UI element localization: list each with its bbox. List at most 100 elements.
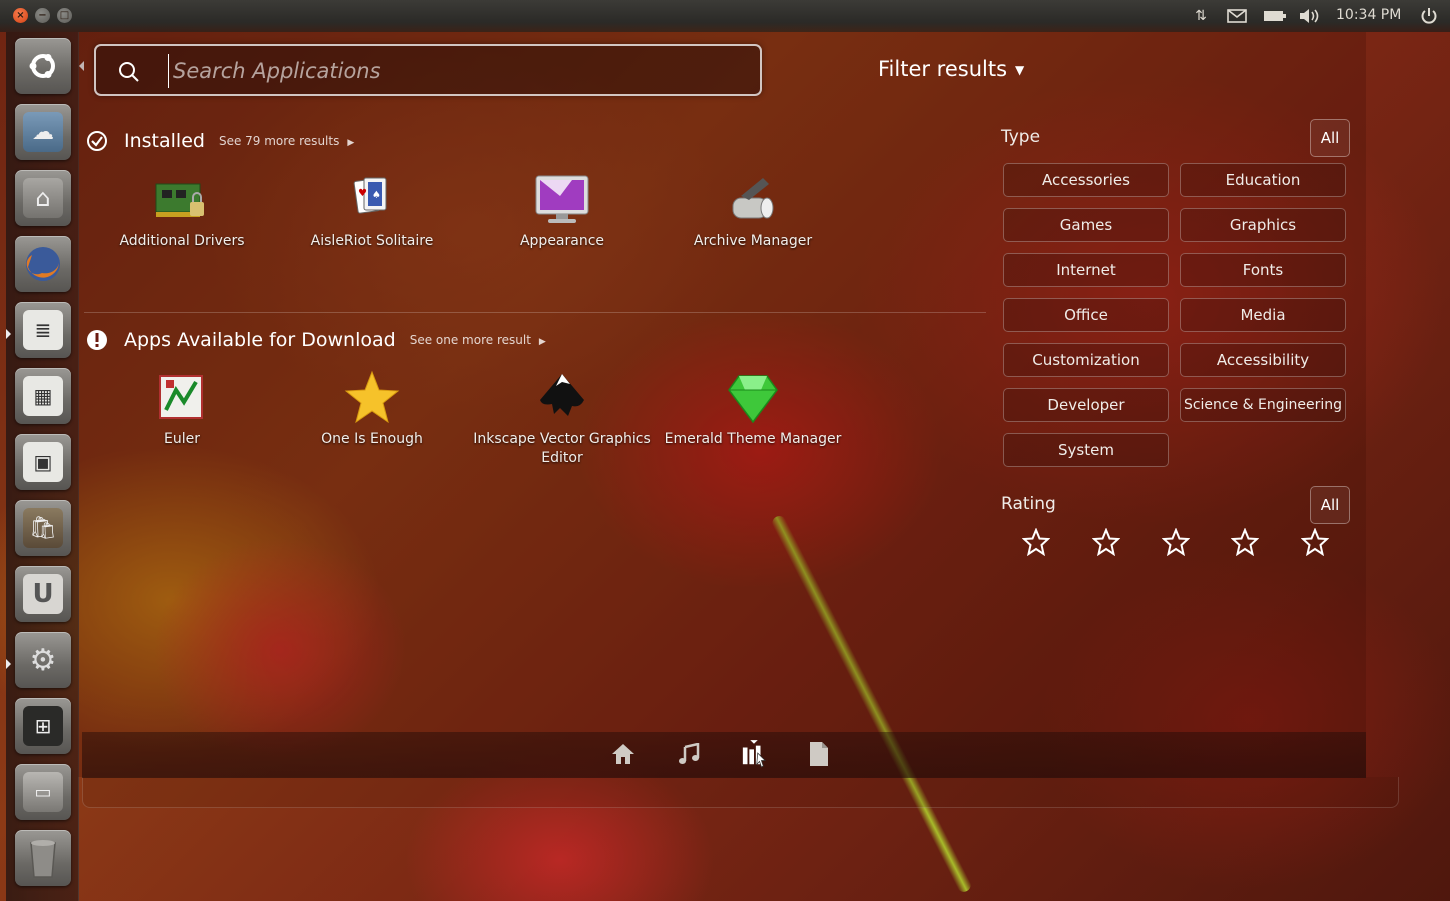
- rating-all-button[interactable]: All: [1310, 486, 1350, 524]
- apps-lens-button[interactable]: [741, 740, 767, 768]
- download-alert-icon: [87, 330, 107, 350]
- rating-star-3-icon[interactable]: [1162, 528, 1190, 556]
- app-tile-archive-manager[interactable]: Archive Manager: [663, 172, 843, 251]
- star-icon: [344, 370, 400, 424]
- filter-accessibility[interactable]: Accessibility: [1180, 343, 1346, 377]
- filter-fonts[interactable]: Fonts: [1180, 253, 1346, 287]
- launcher-impress[interactable]: ▣: [15, 434, 71, 490]
- inkscape-icon: [540, 374, 584, 416]
- launcher-settings[interactable]: ⚙: [15, 632, 71, 688]
- filter-system[interactable]: System: [1003, 433, 1169, 467]
- image-viewer-icon: ☁: [23, 112, 63, 152]
- launcher-software-center[interactable]: 🛍: [15, 500, 71, 556]
- document-writer-icon: ≣: [23, 310, 63, 350]
- network-icon[interactable]: ⇅: [1190, 6, 1212, 26]
- running-pip-indicator-2: [6, 659, 11, 669]
- music-lens-button[interactable]: [676, 740, 702, 768]
- launcher-workspace-switcher[interactable]: ⊞: [15, 698, 71, 754]
- home-lens-icon: [612, 744, 634, 764]
- running-pip-indicator: [6, 329, 11, 339]
- installed-check-icon: [87, 131, 107, 151]
- filter-customization[interactable]: Customization: [1003, 343, 1169, 377]
- rating-star-2-icon[interactable]: [1092, 528, 1120, 556]
- category-separator: [84, 312, 986, 313]
- filter-games[interactable]: Games: [1003, 208, 1169, 242]
- filter-media[interactable]: Media: [1180, 298, 1346, 332]
- search-box: [94, 44, 762, 96]
- download-header: Apps Available for Download See one more…: [86, 329, 546, 351]
- close-window-button[interactable]: ×: [13, 8, 28, 23]
- clock[interactable]: 10:34 PM: [1336, 7, 1401, 23]
- svg-text:♥: ♥: [358, 188, 367, 199]
- filter-science-engineering[interactable]: Science & Engineering: [1180, 388, 1346, 422]
- app-tile-euler[interactable]: Euler: [92, 370, 272, 449]
- ubuntu-logo-icon: [29, 54, 55, 78]
- type-all-button[interactable]: All: [1310, 119, 1350, 157]
- search-input[interactable]: [168, 54, 735, 88]
- app-tile-emerald-theme-manager[interactable]: Emerald Theme Manager: [663, 370, 843, 449]
- drive-icon: ▭: [23, 772, 63, 812]
- filter-results-label: Filter results: [878, 57, 1008, 81]
- minimize-window-button[interactable]: −: [35, 8, 50, 23]
- installed-header: Installed See 79 more results ▶: [86, 130, 354, 152]
- launcher-firefox[interactable]: [15, 236, 71, 292]
- rating-filter-title: Rating: [1001, 494, 1056, 514]
- app-tile-appearance[interactable]: Appearance: [472, 172, 652, 251]
- launcher-home-folder[interactable]: ⌂: [15, 170, 71, 226]
- home-lens-button[interactable]: [610, 740, 636, 768]
- app-label: AisleRiot Solitaire: [310, 233, 434, 249]
- filter-internet[interactable]: Internet: [1003, 253, 1169, 287]
- app-tile-additional-drivers[interactable]: Additional Drivers: [92, 172, 272, 251]
- firefox-icon: [26, 247, 60, 281]
- chevron-down-icon: ▼: [1015, 63, 1025, 77]
- installed-see-more-link[interactable]: See 79 more results ▶: [219, 134, 354, 148]
- filter-accessories[interactable]: Accessories: [1003, 163, 1169, 197]
- filter-developer[interactable]: Developer: [1003, 388, 1169, 422]
- dash-bottom-edge: [82, 777, 1399, 808]
- launcher-trash[interactable]: [15, 830, 71, 886]
- filter-education[interactable]: Education: [1180, 163, 1346, 197]
- launcher: ☁ ⌂ ≣ ▦ ▣ 🛍 U ⚙ ⊞ ▭: [6, 32, 84, 901]
- app-label: Additional Drivers: [119, 233, 245, 249]
- workspace-switcher-icon: ⊞: [23, 706, 63, 746]
- lens-bar: [82, 732, 1366, 778]
- launcher-ubuntu-one[interactable]: U: [15, 566, 71, 622]
- rating-star-5-icon[interactable]: [1301, 528, 1329, 556]
- files-lens-button[interactable]: [806, 740, 832, 768]
- volume-icon[interactable]: [1297, 6, 1323, 26]
- rating-star-1-icon[interactable]: [1022, 528, 1050, 556]
- download-see-more-label: See one more result: [409, 333, 531, 347]
- archive-icon: [732, 178, 774, 219]
- launcher-system-settings[interactable]: ☁: [15, 104, 71, 160]
- filter-office[interactable]: Office: [1003, 298, 1169, 332]
- app-tile-inkscape[interactable]: Inkscape Vector Graphics Editor: [472, 370, 652, 468]
- session-power-icon[interactable]: [1418, 6, 1440, 26]
- dash-home-button[interactable]: [15, 38, 71, 94]
- monitor-icon: [535, 175, 589, 223]
- type-filter-title: Type: [1001, 127, 1041, 147]
- download-see-more-link[interactable]: See one more result ▶: [410, 333, 546, 347]
- svg-text:♠: ♠: [372, 190, 381, 201]
- launcher-writer[interactable]: ≣: [15, 302, 71, 358]
- settings-gear-icon: ⚙: [29, 642, 57, 678]
- emerald-icon: [728, 375, 778, 424]
- maximize-window-button[interactable]: □: [57, 8, 72, 23]
- launcher-drive[interactable]: ▭: [15, 764, 71, 820]
- euler-icon: [159, 375, 203, 419]
- home-folder-icon: ⌂: [23, 178, 63, 218]
- installed-see-more-label: See 79 more results: [218, 134, 340, 148]
- app-label: Emerald Theme Manager: [664, 431, 842, 447]
- filter-results-toggle[interactable]: Filter results ▼: [878, 57, 1024, 81]
- software-center-icon: 🛍: [23, 508, 63, 548]
- launcher-calc[interactable]: ▦: [15, 368, 71, 424]
- rating-star-4-icon[interactable]: [1231, 528, 1259, 556]
- app-tile-one-is-enough[interactable]: One Is Enough: [282, 370, 462, 449]
- chevron-right-icon: ▶: [347, 138, 355, 148]
- battery-icon[interactable]: [1262, 6, 1288, 26]
- app-label: Euler: [164, 431, 200, 447]
- chevron-right-icon: ▶: [538, 337, 546, 347]
- filter-graphics[interactable]: Graphics: [1180, 208, 1346, 242]
- app-label: Appearance: [519, 233, 605, 249]
- mail-icon[interactable]: [1226, 6, 1248, 26]
- app-tile-aisleriot-solitaire[interactable]: ♥ ♠ AisleRiot Solitaire: [282, 172, 462, 251]
